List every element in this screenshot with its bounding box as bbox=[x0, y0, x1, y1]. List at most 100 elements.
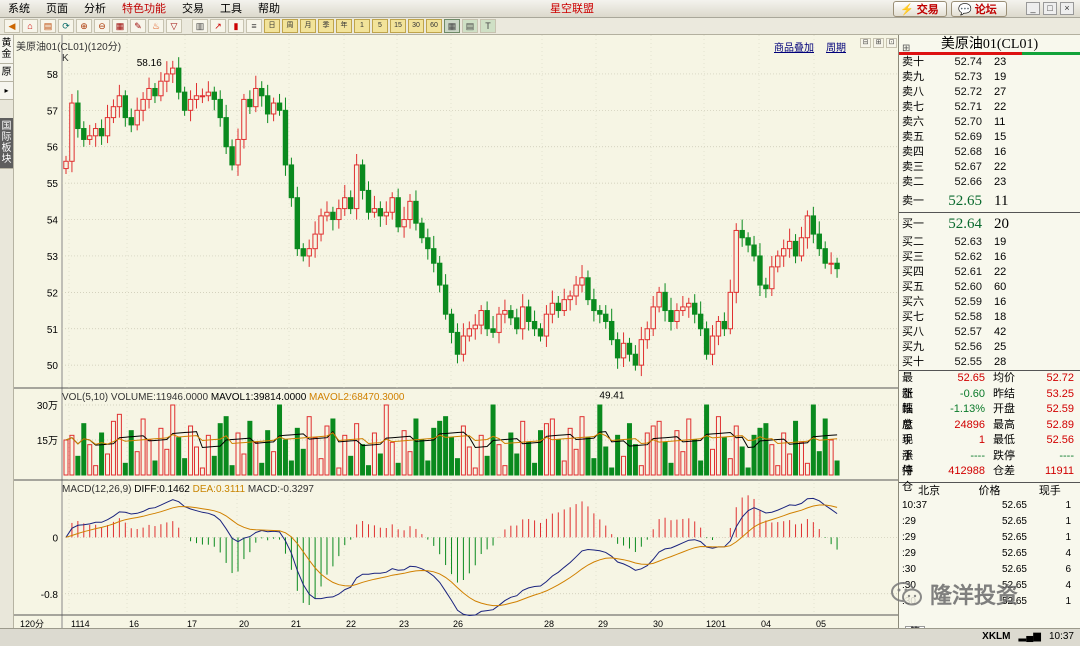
candle-body bbox=[110, 106, 117, 119]
tick-row: :29 52.65 4 bbox=[899, 546, 1080, 562]
filter-icon[interactable]: ▽ bbox=[166, 19, 182, 33]
ask-price: 52.70 bbox=[954, 116, 982, 128]
menu-help[interactable]: 帮助 bbox=[250, 0, 288, 18]
volume-bar bbox=[300, 448, 306, 476]
side-tab-international[interactable]: 国际板块 bbox=[0, 118, 13, 169]
menu-analysis[interactable]: 分析 bbox=[76, 0, 114, 18]
volume-bar bbox=[360, 444, 366, 476]
volume-bar bbox=[312, 437, 318, 476]
trend-icon[interactable]: ↗ bbox=[210, 19, 226, 33]
contract-icon[interactable]: ⊞ bbox=[902, 39, 910, 59]
chart-area[interactable]: 58 57 56 55 54 53 52 51 50 30万 15万 0 -0.8 120分 1114 16 1… bbox=[14, 35, 898, 642]
period-year-icon[interactable]: 年 bbox=[336, 19, 352, 33]
candle-body bbox=[520, 306, 526, 330]
bid-price: 52.56 bbox=[954, 341, 982, 353]
menu-system[interactable]: 系统 bbox=[0, 0, 38, 18]
side-tab-crude[interactable]: 原 bbox=[0, 64, 13, 82]
volume-bar bbox=[579, 416, 585, 476]
side-tab-gold[interactable]: 黄金 bbox=[0, 35, 13, 64]
period-1min-button[interactable]: 1 bbox=[354, 19, 370, 33]
period-30min-button[interactable]: 30 bbox=[408, 19, 424, 33]
ask-row: 卖八 52.72 27 bbox=[899, 85, 1080, 100]
table-icon[interactable]: ▥ bbox=[192, 19, 208, 33]
list-icon[interactable]: ≡ bbox=[246, 19, 262, 33]
zoom-out-icon[interactable]: ⊖ bbox=[94, 19, 110, 33]
bid-volume: 22 bbox=[994, 266, 1007, 278]
bid-label: 买五 bbox=[902, 281, 924, 293]
volume-bar bbox=[431, 427, 437, 476]
stat-value: 52.72 bbox=[1046, 372, 1074, 384]
bid-price: 52.62 bbox=[954, 251, 982, 263]
trade-button[interactable]: ⚡ 交易 bbox=[893, 1, 947, 17]
volume-bar bbox=[704, 404, 710, 476]
maximize-icon[interactable]: □ bbox=[1043, 2, 1057, 15]
candle-body bbox=[585, 277, 591, 301]
tick-period-icon[interactable]: T bbox=[480, 19, 496, 33]
tick-row: :29 52.65 1 bbox=[899, 514, 1080, 530]
period-week-icon[interactable]: 周 bbox=[282, 19, 298, 33]
side-tab-arrow-icon[interactable]: ▸ bbox=[0, 82, 13, 100]
stat-value: 52.89 bbox=[1046, 418, 1074, 431]
candle-body bbox=[75, 102, 81, 130]
chart-grid-icon[interactable]: ⊡ bbox=[886, 38, 897, 48]
draw-pen-icon[interactable]: ✎ bbox=[130, 19, 146, 33]
menu-tools[interactable]: 工具 bbox=[212, 0, 250, 18]
bar-chart-icon[interactable]: ▮ bbox=[228, 19, 244, 33]
period-60min-button[interactable]: 60 bbox=[426, 19, 442, 33]
candle-body bbox=[241, 98, 247, 140]
chart-canvas[interactable]: 58575655545352515030万15万0-0.8120分 1114 16 1… bbox=[14, 35, 898, 642]
bid-volume: 18 bbox=[994, 311, 1007, 323]
window-controls: _ □ × bbox=[1026, 2, 1074, 15]
close-icon[interactable]: × bbox=[1060, 2, 1074, 15]
ask-row: 卖二 52.66 23 bbox=[899, 175, 1080, 190]
ask-volume: 22 bbox=[994, 161, 1007, 173]
period-month-icon[interactable]: 月 bbox=[300, 19, 316, 33]
home-icon[interactable]: ⌂ bbox=[22, 19, 38, 33]
candle-body bbox=[87, 135, 93, 140]
volume-bar bbox=[715, 416, 721, 476]
refresh-icon[interactable]: ⟳ bbox=[58, 19, 74, 33]
multi-period-icon[interactable]: ▤ bbox=[462, 19, 478, 33]
candle-body bbox=[739, 229, 745, 239]
ask-label: 卖一 bbox=[902, 195, 924, 207]
candle-body bbox=[419, 222, 425, 239]
volume-bar bbox=[549, 418, 555, 476]
forum-button[interactable]: 💬 论坛 bbox=[951, 1, 1007, 17]
chart-type-icon[interactable]: ▦ bbox=[112, 19, 128, 33]
volume-bar bbox=[609, 467, 615, 476]
candle-body bbox=[549, 302, 556, 315]
volume-bar bbox=[116, 413, 122, 476]
candle-body bbox=[496, 313, 502, 333]
menu-special[interactable]: 特色功能 bbox=[114, 0, 174, 18]
period-day-icon[interactable]: 日 bbox=[264, 19, 280, 33]
volume-bar bbox=[644, 432, 650, 476]
candle-body bbox=[401, 219, 407, 228]
candle-body bbox=[786, 240, 793, 250]
period-5min-button[interactable]: 5 bbox=[372, 19, 388, 33]
ask-label: 卖三 bbox=[902, 161, 924, 173]
volume-bar bbox=[122, 462, 128, 476]
period-link[interactable]: 周期 bbox=[826, 39, 846, 54]
volume-bar bbox=[638, 465, 644, 476]
volume-bar bbox=[170, 404, 176, 476]
minimize-icon[interactable]: _ bbox=[1026, 2, 1040, 15]
menu-page[interactable]: 页面 bbox=[38, 0, 76, 18]
chart-restore-icon[interactable]: ⊟ bbox=[860, 38, 871, 48]
period-season-icon[interactable]: 季 bbox=[318, 19, 334, 33]
fire-icon[interactable]: ♨ bbox=[148, 19, 164, 33]
volume-bar bbox=[265, 430, 271, 476]
period-120min-icon[interactable]: ▦ bbox=[444, 19, 460, 33]
volume-bar bbox=[348, 455, 354, 476]
menu-trade[interactable]: 交易 bbox=[174, 0, 212, 18]
chart-expand-icon[interactable]: ⊞ bbox=[873, 38, 884, 48]
candle-body bbox=[508, 310, 514, 319]
quote-list-icon[interactable]: ▤ bbox=[40, 19, 56, 33]
overlay-link[interactable]: 商品叠加 bbox=[774, 39, 814, 54]
volume-bar bbox=[532, 462, 538, 476]
period-15min-button[interactable]: 15 bbox=[390, 19, 406, 33]
volume-tick-label: 15万 bbox=[37, 436, 58, 447]
back-icon[interactable]: ◀ bbox=[4, 19, 20, 33]
volume-bar bbox=[306, 416, 312, 476]
zoom-in-icon[interactable]: ⊕ bbox=[76, 19, 92, 33]
volume-bar bbox=[247, 420, 253, 476]
